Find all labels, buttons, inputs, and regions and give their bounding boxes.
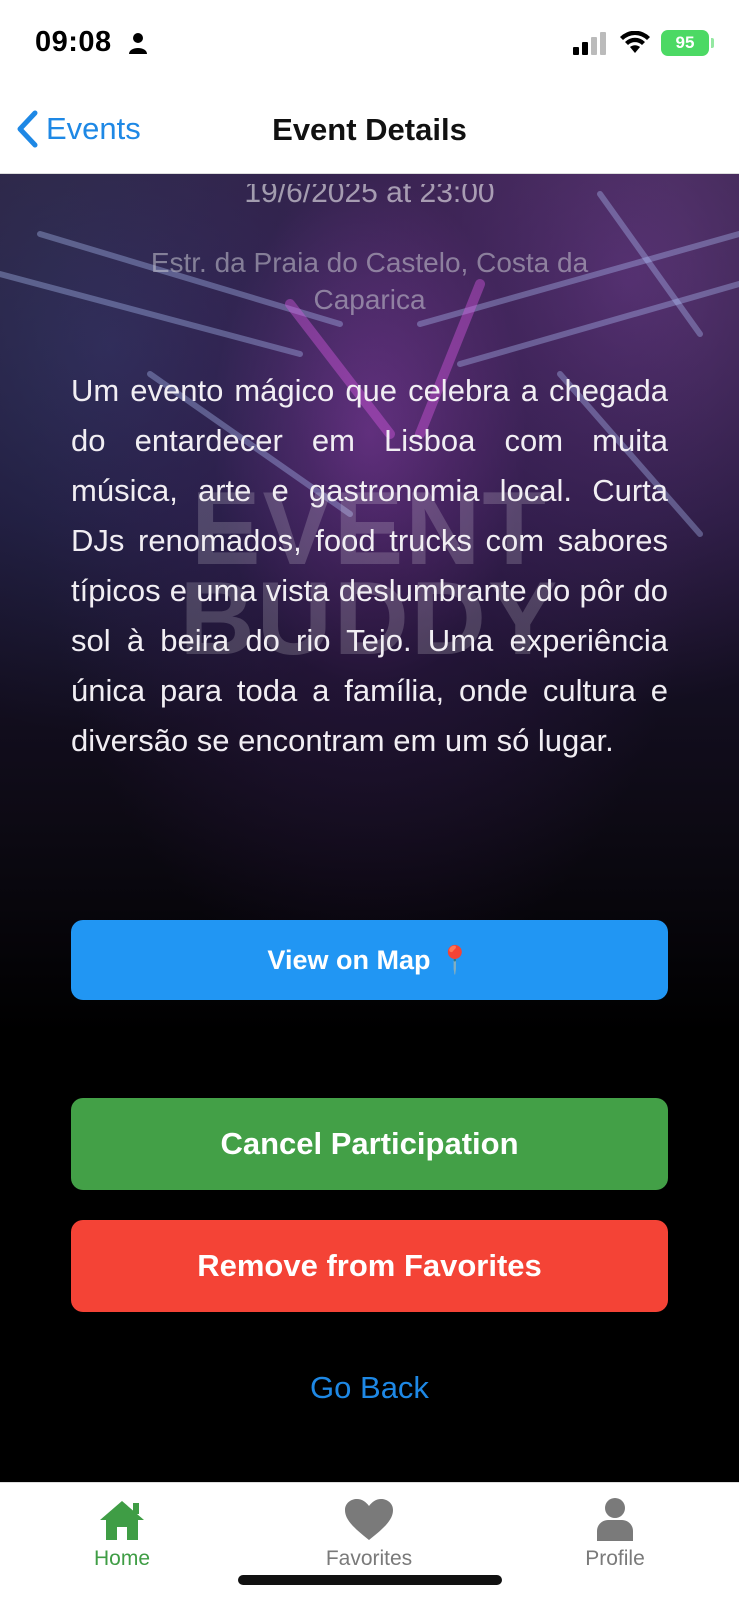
home-indicator[interactable] (238, 1575, 502, 1585)
person-icon (597, 1498, 633, 1541)
event-details-content[interactable]: EVENT BUDDY 19/6/2025 at 23:00 Estr. da … (0, 174, 739, 1482)
battery-level: 95 (675, 33, 695, 52)
wifi-icon (620, 31, 650, 53)
tab-profile-label: Profile (585, 1547, 645, 1570)
status-time: 09:08 (35, 26, 112, 58)
tab-favorites-label: Favorites (325, 1547, 413, 1570)
tab-home-label: Home (93, 1547, 151, 1570)
status-indicators: 95 (573, 30, 714, 56)
back-button[interactable]: Events (16, 110, 141, 148)
battery-icon: 95 (661, 30, 714, 56)
tab-home[interactable]: Home (42, 1497, 202, 1571)
chevron-left-icon (17, 110, 38, 148)
go-back-link[interactable]: Go Back (0, 1370, 739, 1406)
tab-profile[interactable]: Profile (535, 1497, 695, 1571)
event-description: Um evento mágico que celebra a chegada d… (71, 373, 668, 758)
status-bar: 09:08 95 (0, 0, 739, 92)
back-button-label: Events (46, 111, 141, 146)
event-address: Estr. da Praia do Castelo, Costa da Capa… (150, 247, 589, 315)
heart-icon (345, 1499, 393, 1540)
tab-favorites[interactable]: Favorites (289, 1497, 449, 1571)
person-status-icon (129, 33, 147, 54)
event-datetime: 19/6/2025 at 23:00 (244, 184, 495, 209)
cellular-signal-icon (573, 32, 606, 55)
remove-from-favorites-button[interactable]: Remove from Favorites (71, 1220, 668, 1312)
navigation-bar: Events Event Details (0, 92, 739, 174)
home-icon (100, 1501, 144, 1540)
cancel-participation-button[interactable]: Cancel Participation (71, 1098, 668, 1190)
view-on-map-button[interactable]: View on Map 📍 (71, 920, 668, 1000)
